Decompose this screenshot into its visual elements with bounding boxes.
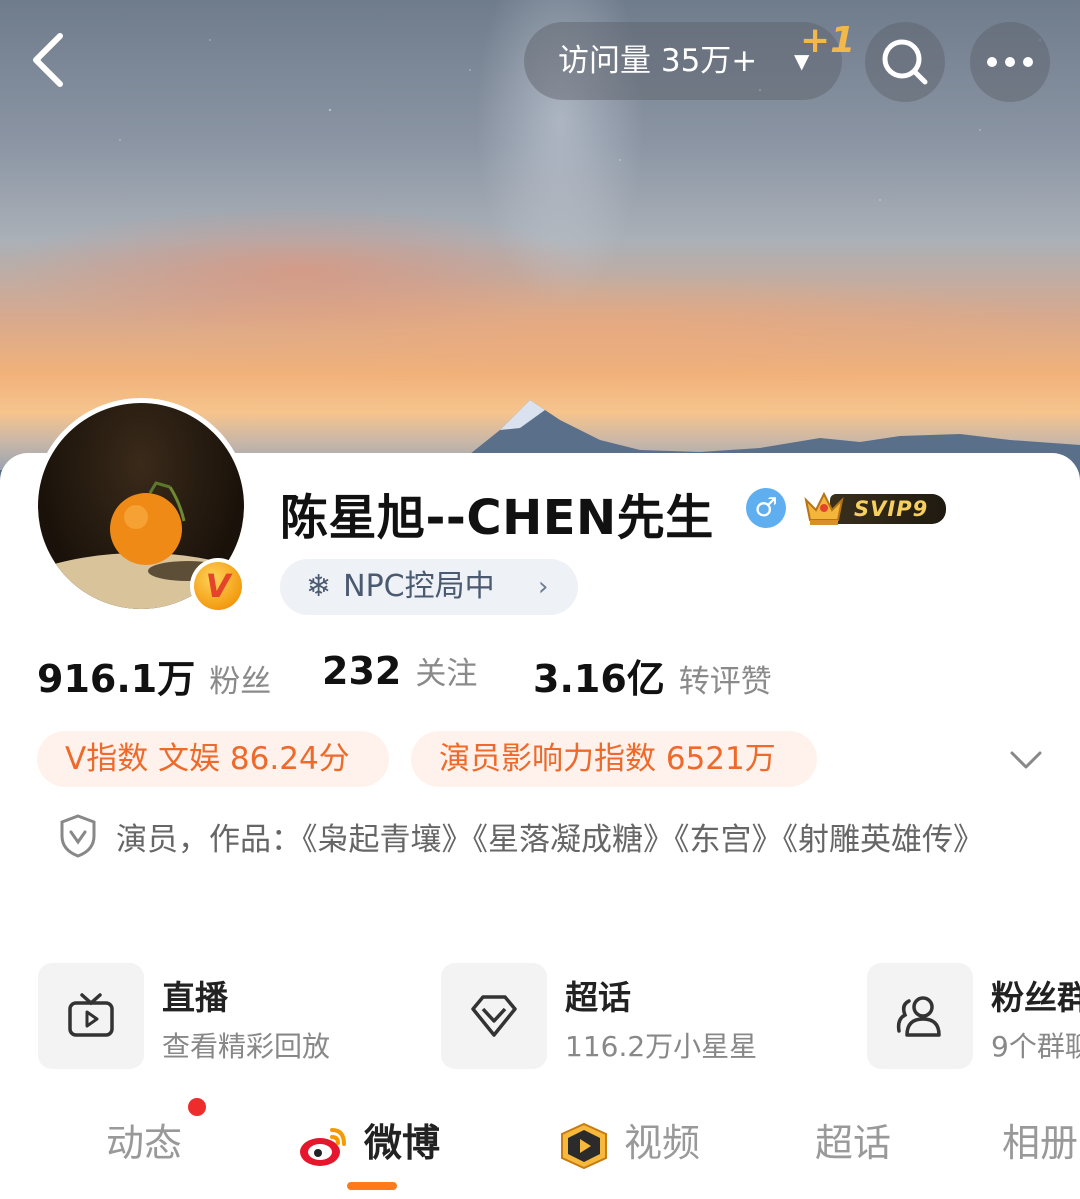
group-users-icon (896, 996, 941, 1037)
tab-super-topic[interactable]: 超话 (815, 1112, 891, 1167)
tv-play-icon (68, 993, 114, 1037)
more-button[interactable] (970, 22, 1050, 102)
super-topic-feature[interactable]: 超话 116.2万小星星 (441, 963, 841, 1069)
following-count: 232 (322, 649, 402, 693)
fans-count: 916.1万 (37, 657, 196, 701)
status-tag-chip[interactable]: ❄ NPC控局中 › (280, 559, 578, 615)
visit-count-pill[interactable]: 访问量 35万+ ▼ (524, 22, 842, 100)
profile-tabs: 动态 微博 视频 超话 相册 (0, 1100, 1080, 1199)
live-subtitle: 查看精彩回放 (162, 1030, 331, 1063)
weibo-logo-icon (300, 1127, 346, 1166)
male-gender-icon: ♂ (746, 488, 786, 528)
notification-dot (188, 1098, 206, 1116)
likes-count: 3.16亿 (533, 657, 665, 701)
search-button[interactable] (865, 22, 945, 102)
group-subtitle: 9个群聊 (991, 1030, 1080, 1063)
diamond-icon (471, 995, 517, 1037)
status-tag-label: NPC控局中 (343, 569, 495, 604)
back-button[interactable] (28, 30, 72, 90)
svip-badge[interactable]: SVIP9 (800, 488, 948, 528)
following-stat[interactable]: 232 关注 (322, 648, 477, 700)
live-feature[interactable]: 直播 查看精彩回放 (38, 963, 418, 1069)
v-index-chip[interactable]: V指数 文娱 86.24分 (37, 731, 389, 787)
topic-icon-box (441, 963, 547, 1069)
tab-weibo-label: 微博 (364, 1121, 441, 1165)
tab-video-label: 视频 (624, 1121, 701, 1165)
crown-icon (804, 491, 844, 525)
visit-count-label: 访问量 35万+ (558, 43, 758, 79)
following-label: 关注 (415, 656, 478, 692)
tab-feed[interactable]: 动态 (106, 1112, 182, 1167)
group-title: 粉丝群 (991, 978, 1080, 1017)
fans-stat[interactable]: 916.1万 粉丝 (37, 648, 272, 701)
search-icon (882, 39, 928, 85)
topic-subtitle: 116.2万小星星 (565, 1030, 758, 1063)
back-arrow-icon (33, 33, 63, 87)
verified-v-icon: V (194, 562, 242, 610)
likes-label: 转评赞 (678, 664, 772, 700)
actor-index-chip[interactable]: 演员影响力指数 6521万 (411, 731, 817, 787)
group-icon-box (867, 963, 973, 1069)
chevron-down-icon[interactable] (1006, 740, 1046, 780)
active-tab-indicator (347, 1182, 397, 1190)
live-icon-box (38, 963, 144, 1069)
bio-text: 演员，作品：《枭起青壤》《星落凝成糖》《东宫》《射雕英雄传》 (116, 822, 984, 858)
tab-album[interactable]: 相册 (1002, 1112, 1078, 1167)
chevron-right-icon: › (538, 572, 549, 602)
snowflake-icon: ❄ (306, 569, 332, 604)
likes-stat[interactable]: 3.16亿 转评赞 (533, 648, 772, 701)
topic-title: 超话 (565, 978, 631, 1017)
fan-group-feature[interactable]: 粉丝群 9个群聊 (867, 963, 1080, 1069)
shield-icon (60, 814, 96, 858)
verified-badge: V (190, 558, 246, 614)
tab-video[interactable]: 视频 (558, 1112, 700, 1170)
user-name: 陈星旭--CHEN先生 (280, 490, 714, 546)
fans-label: 粉丝 (209, 664, 272, 700)
tab-weibo[interactable]: 微博 (298, 1112, 440, 1168)
visit-plus-one: +1 (800, 20, 856, 61)
live-title: 直播 (162, 978, 228, 1017)
video-badge-icon (561, 1122, 607, 1169)
more-dots-icon (987, 57, 1033, 67)
